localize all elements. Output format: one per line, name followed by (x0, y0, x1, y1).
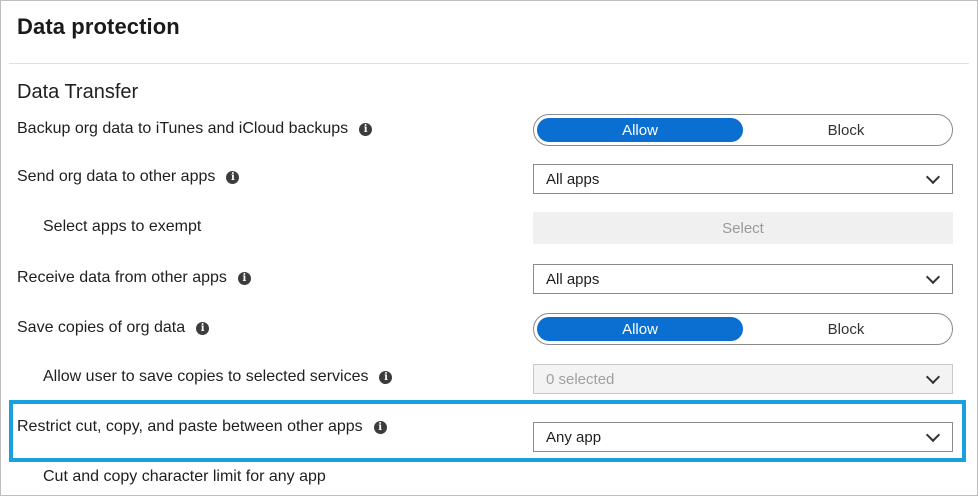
services-setting-label: Allow user to save copies to selected se… (43, 368, 393, 386)
save-setting-label: Save copies of org data i (17, 319, 210, 337)
save-allow-option[interactable]: Allow (537, 317, 743, 341)
save-label-text: Save copies of org data (17, 319, 186, 336)
receive-data-dropdown[interactable]: All apps (533, 264, 953, 294)
save-copies-toggle[interactable]: Allow Block (533, 313, 953, 345)
select-apps-button[interactable]: Select (533, 212, 953, 244)
receive-dropdown-value: All apps (546, 270, 600, 288)
send-data-dropdown[interactable]: All apps (533, 164, 953, 194)
receive-setting-label: Receive data from other apps i (17, 269, 251, 287)
send-label-text: Send org data to other apps (17, 168, 216, 185)
data-protection-panel: Data protection Data Transfer Backup org… (0, 0, 978, 496)
backup-toggle[interactable]: Allow Block (533, 114, 953, 146)
exempt-label-text: Select apps to exempt (43, 218, 202, 235)
send-setting-label: Send org data to other apps i (17, 168, 240, 186)
restrict-setting-label: Restrict cut, copy, and paste between ot… (17, 418, 387, 436)
info-icon[interactable]: i (196, 321, 210, 335)
restrict-dropdown-value: Any app (546, 428, 602, 446)
title-divider (9, 63, 969, 64)
limit-label-text: Cut and copy character limit for any app (43, 468, 326, 485)
info-icon[interactable]: i (226, 170, 240, 184)
limit-setting-label: Cut and copy character limit for any app (43, 468, 326, 486)
chevron-down-icon (925, 369, 941, 384)
page-title: Data protection (17, 14, 180, 39)
info-icon[interactable]: i (359, 122, 373, 136)
chevron-down-icon (925, 427, 941, 442)
backup-setting-label: Backup org data to iTunes and iCloud bac… (17, 120, 373, 138)
backup-allow-option[interactable]: Allow (537, 118, 743, 142)
backup-block-option[interactable]: Block (743, 118, 949, 142)
info-icon[interactable]: i (237, 271, 251, 285)
services-dropdown-value: 0 selected (546, 370, 615, 388)
info-icon[interactable]: i (373, 420, 387, 434)
save-block-option[interactable]: Block (743, 317, 949, 341)
info-icon[interactable]: i (379, 370, 393, 384)
restrict-label-text: Restrict cut, copy, and paste between ot… (17, 418, 363, 435)
chevron-down-icon (925, 169, 941, 184)
restrict-paste-dropdown[interactable]: Any app (533, 422, 953, 452)
chevron-down-icon (925, 269, 941, 284)
save-services-dropdown[interactable]: 0 selected (533, 364, 953, 394)
receive-label-text: Receive data from other apps (17, 269, 227, 286)
exempt-setting-label: Select apps to exempt (43, 218, 201, 236)
send-dropdown-value: All apps (546, 170, 600, 188)
section-title: Data Transfer (17, 81, 139, 103)
services-label-text: Allow user to save copies to selected se… (43, 368, 369, 385)
backup-label-text: Backup org data to iTunes and iCloud bac… (17, 120, 349, 137)
